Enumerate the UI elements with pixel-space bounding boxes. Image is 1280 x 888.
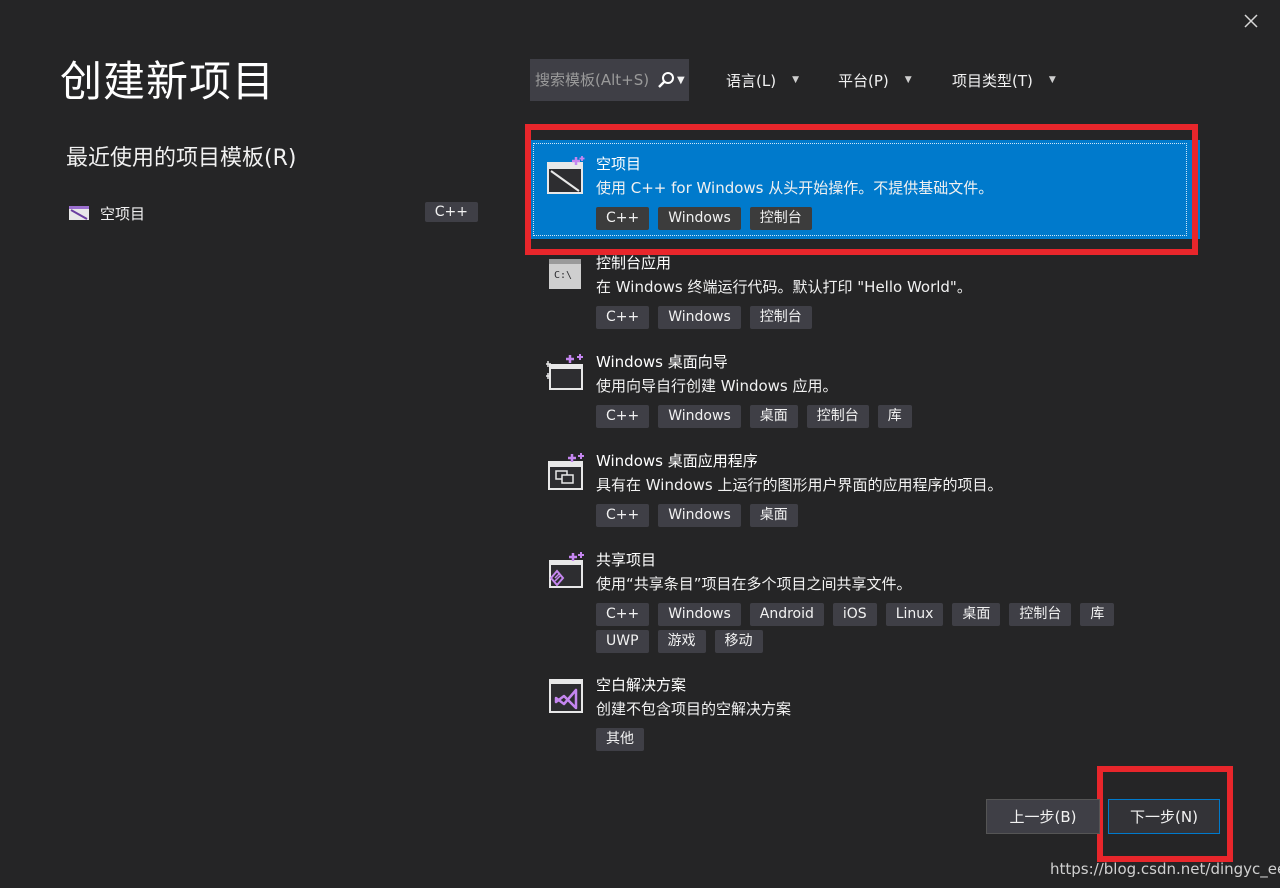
tag: 桌面: [952, 603, 1001, 626]
tag: 控制台: [749, 306, 812, 329]
template-item-blank-solution[interactable]: 空白解决方案 创建不包含项目的空解决方案 其他: [530, 661, 1200, 760]
tag: C++: [596, 207, 650, 230]
language-filter[interactable]: 语言(L) ▼: [726, 68, 799, 92]
platform-filter-label: 平台(P): [838, 71, 889, 90]
template-description: 具有在 Windows 上运行的图形用户界面的应用程序的项目。: [596, 476, 1003, 494]
chevron-down-icon[interactable]: ▼: [677, 75, 687, 86]
tag: C++: [596, 306, 650, 329]
tag: UWP: [596, 630, 649, 653]
recent-template-tag: C++: [424, 202, 478, 222]
template-item-empty-project[interactable]: 空项目 使用 C++ for Windows 从头开始操作。不提供基础文件。 C…: [530, 140, 1200, 239]
desktop-wizard-icon: [546, 354, 583, 390]
template-item-console-app[interactable]: C:\ 控制台应用 在 Windows 终端运行代码。默认打印 "Hello W…: [530, 239, 1200, 338]
desktop-app-icon: [548, 453, 584, 490]
template-tags: C++ Windows Android iOS Linux 桌面 控制台 库 U…: [596, 603, 1140, 657]
tag: 控制台: [1009, 603, 1072, 626]
tag: 桌面: [749, 504, 798, 527]
template-name: 空白解决方案: [596, 676, 687, 694]
template-name: Windows 桌面向导: [596, 353, 728, 371]
page-title: 创建新项目: [60, 57, 276, 106]
back-button[interactable]: 上一步(B): [986, 799, 1100, 834]
recent-template-label: 空项目: [100, 204, 146, 223]
platform-filter[interactable]: 平台(P) ▼: [838, 68, 912, 92]
tag: Windows: [658, 504, 741, 527]
template-tags: C++ Windows 桌面 控制台 库: [596, 405, 1140, 432]
template-tags: C++ Windows 控制台: [596, 207, 1140, 234]
shared-project-icon: [549, 552, 584, 588]
template-tags: C++ Windows 控制台: [596, 306, 1140, 333]
svg-text:C:\: C:\: [554, 270, 572, 281]
tag: Linux: [885, 603, 944, 626]
project-type-filter[interactable]: 项目类型(T) ▼: [952, 68, 1056, 92]
template-list: 空项目 使用 C++ for Windows 从头开始操作。不提供基础文件。 C…: [530, 140, 1200, 760]
template-name: 共享项目: [596, 551, 657, 569]
recent-template-item[interactable]: 空项目 C++: [64, 198, 482, 228]
tag: C++: [596, 504, 650, 527]
tag: 游戏: [657, 630, 706, 653]
project-type-filter-label: 项目类型(T): [952, 71, 1033, 90]
tag: C++: [596, 603, 650, 626]
blank-solution-icon: [549, 679, 583, 713]
template-description: 在 Windows 终端运行代码。默认打印 "Hello World"。: [596, 278, 972, 296]
template-name: 控制台应用: [596, 254, 672, 272]
tag: 控制台: [806, 405, 869, 428]
template-item-desktop-app[interactable]: Windows 桌面应用程序 具有在 Windows 上运行的图形用户界面的应用…: [530, 437, 1200, 536]
template-tags: C++ Windows 桌面: [596, 504, 1140, 531]
template-tags: 其他: [596, 728, 1140, 755]
template-item-desktop-wizard[interactable]: Windows 桌面向导 使用向导自行创建 Windows 应用。 C++ Wi…: [530, 338, 1200, 437]
next-button[interactable]: 下一步(N): [1108, 799, 1220, 834]
tag: Windows: [658, 207, 741, 230]
template-description: 使用向导自行创建 Windows 应用。: [596, 377, 838, 395]
template-item-shared-project[interactable]: 共享项目 使用“共享条目”项目在多个项目之间共享文件。 C++ Windows …: [530, 536, 1200, 661]
tag: iOS: [832, 603, 877, 626]
watermark-text: https://blog.csdn.net/dingyc_ee: [1050, 860, 1280, 878]
tag: Windows: [658, 306, 741, 329]
search-input[interactable]: [535, 71, 651, 89]
chevron-down-icon: ▼: [904, 75, 912, 85]
tag: 桌面: [749, 405, 798, 428]
console-app-icon: C:\: [549, 259, 581, 289]
template-name: 空项目: [596, 155, 642, 173]
template-name: Windows 桌面应用程序: [596, 452, 758, 470]
tag: 其他: [596, 728, 644, 751]
tag: C++: [596, 405, 650, 428]
language-filter-label: 语言(L): [726, 71, 777, 90]
tag: 控制台: [749, 207, 812, 230]
empty-project-icon: [69, 206, 89, 220]
tag: Android: [749, 603, 824, 626]
tag: 库: [877, 405, 912, 428]
search-box[interactable]: ▼: [530, 59, 689, 101]
template-description: 使用“共享条目”项目在多个项目之间共享文件。: [596, 575, 912, 593]
template-description: 使用 C++ for Windows 从头开始操作。不提供基础文件。: [596, 179, 994, 197]
empty-project-icon: [547, 156, 585, 194]
tag: 移动: [714, 630, 763, 653]
tag: 库: [1080, 603, 1115, 626]
template-description: 创建不包含项目的空解决方案: [596, 700, 792, 718]
recent-templates-heading: 最近使用的项目模板(R): [66, 146, 297, 171]
tag: Windows: [658, 603, 741, 626]
tag: Windows: [658, 405, 741, 428]
close-button[interactable]: [1238, 8, 1264, 34]
chevron-down-icon: ▼: [1048, 75, 1056, 85]
close-icon: [1244, 14, 1258, 28]
chevron-down-icon: ▼: [792, 75, 799, 85]
search-icon: [658, 72, 674, 88]
